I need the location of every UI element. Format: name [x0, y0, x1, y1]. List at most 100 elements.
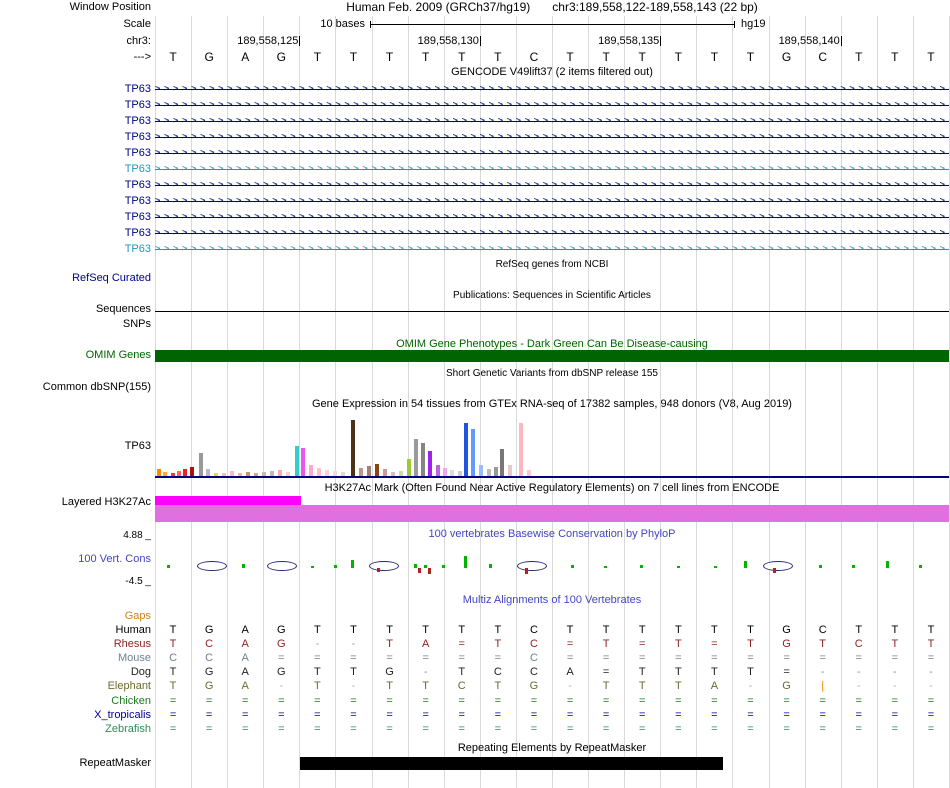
gtex-bar [428, 451, 432, 477]
gencode-transcript[interactable]: >>>>>>>>>>>>>>>>>>>>>>>>>>>>>>>>>>>>>>>>… [155, 82, 949, 97]
align-base: C [205, 652, 214, 664]
refseq-curated-label[interactable]: RefSeq Curated [0, 272, 151, 285]
multiz-header[interactable]: Multiz Alignments of 100 Vertebrates [155, 594, 949, 607]
align-base: = [386, 652, 393, 664]
align-base: = [458, 652, 465, 664]
align-base: T [566, 624, 574, 636]
align-base: - [351, 680, 356, 692]
base-letter: A [241, 50, 250, 64]
gaps-label: Gaps [124, 610, 151, 622]
gencode-transcript[interactable]: >>>>>>>>>>>>>>>>>>>>>>>>>>>>>>>>>>>>>>>>… [155, 242, 949, 257]
gencode-header[interactable]: GENCODE V49lift37 (2 items filtered out) [155, 66, 949, 79]
gencode-gene-label[interactable]: TP63 [0, 163, 151, 176]
gencode-transcript[interactable]: >>>>>>>>>>>>>>>>>>>>>>>>>>>>>>>>>>>>>>>>… [155, 162, 949, 177]
gencode-transcript[interactable]: >>>>>>>>>>>>>>>>>>>>>>>>>>>>>>>>>>>>>>>>… [155, 210, 949, 225]
conservation-ellipse [197, 561, 227, 571]
h3k27ac-peak-segment[interactable] [155, 496, 301, 505]
align-base: = [602, 666, 610, 678]
gencode-gene-label[interactable]: TP63 [0, 115, 151, 128]
intron-direction-arrows: >>>>>>>>>>>>>>>>>>>>>>>>>>>>>>>>>>>>>>>>… [155, 212, 949, 222]
gencode-gene-label[interactable]: TP63 [0, 195, 151, 208]
base-letter: C [818, 50, 827, 64]
align-base: A [241, 666, 249, 678]
align-base: - [820, 666, 825, 678]
species-label-chicken[interactable]: Chicken [0, 695, 151, 708]
gencode-transcript[interactable]: >>>>>>>>>>>>>>>>>>>>>>>>>>>>>>>>>>>>>>>>… [155, 226, 949, 241]
align-base: = [278, 723, 285, 735]
species-label-zebrafish[interactable]: Zebrafish [0, 723, 151, 736]
sequences-track-label[interactable]: Sequences [0, 303, 151, 316]
align-base: - [315, 638, 320, 650]
species-label-human[interactable]: Human [0, 624, 151, 637]
ruler-tick [479, 36, 481, 46]
gencode-gene-label[interactable]: TP63 [0, 131, 151, 144]
align-base: = [855, 695, 862, 707]
species-label-dog[interactable]: Dog [0, 666, 151, 679]
ruler-tick [660, 36, 662, 46]
align-base: = [314, 652, 321, 664]
align-base: = [530, 695, 538, 707]
repeatmasker-label[interactable]: RepeatMasker [0, 757, 151, 770]
intron-direction-arrows: >>>>>>>>>>>>>>>>>>>>>>>>>>>>>>>>>>>>>>>>… [155, 244, 949, 254]
repeatmasker-header[interactable]: Repeating Elements by RepeatMasker [155, 742, 949, 755]
align-base: = [927, 695, 935, 707]
dbsnp-header[interactable]: Short Genetic Variants from dbSNP releas… [155, 367, 949, 380]
align-base: = [638, 695, 646, 707]
species-label-elephant[interactable]: Elephant [0, 680, 151, 693]
conservation-positive [714, 566, 717, 568]
common-dbsnp-label[interactable]: Common dbSNP(155) [0, 381, 151, 394]
h3k27ac-band[interactable] [155, 505, 949, 522]
gencode-transcript[interactable]: >>>>>>>>>>>>>>>>>>>>>>>>>>>>>>>>>>>>>>>>… [155, 114, 949, 129]
species-label-x-tropicalis[interactable]: X_tropicalis [0, 709, 151, 722]
omim-genes-bar[interactable] [155, 350, 949, 362]
align-base: T [494, 638, 502, 650]
gencode-gene-label[interactable]: TP63 [0, 227, 151, 240]
species-label-mouse[interactable]: Mouse [0, 652, 151, 665]
omim-genes-label[interactable]: OMIM Genes [0, 349, 151, 362]
align-base: = [638, 709, 646, 721]
align-base: - [279, 680, 284, 692]
align-base: = [711, 652, 718, 664]
base-letter: C [529, 50, 539, 64]
layered-h3k27ac-label[interactable]: Layered H3K27Ac [0, 496, 151, 509]
align-base: T [819, 638, 827, 650]
gencode-transcript[interactable]: >>>>>>>>>>>>>>>>>>>>>>>>>>>>>>>>>>>>>>>>… [155, 178, 949, 193]
align-base: C [854, 638, 863, 650]
h3k27ac-header[interactable]: H3K27Ac Mark (Often Found Near Active Re… [155, 482, 949, 495]
gencode-transcript[interactable]: >>>>>>>>>>>>>>>>>>>>>>>>>>>>>>>>>>>>>>>>… [155, 194, 949, 209]
align-base: T [927, 638, 935, 650]
gtex-header[interactable]: Gene Expression in 54 tissues from GTEx … [155, 398, 949, 411]
refseq-header[interactable]: RefSeq genes from NCBI [155, 258, 949, 271]
repeatmasker-element-bar[interactable] [300, 757, 723, 770]
align-base: = [314, 695, 321, 707]
gencode-gene-label[interactable]: TP63 [0, 147, 151, 160]
align-base: T [638, 666, 646, 678]
species-label-rhesus[interactable]: Rhesus [0, 638, 151, 651]
align-base: - [856, 680, 861, 692]
conservation-positive [819, 565, 822, 568]
gencode-gene-label[interactable]: TP63 [0, 211, 151, 224]
vert-cons-label[interactable]: 100 Vert. Cons [0, 553, 151, 566]
align-base: T [314, 624, 321, 636]
publications-header[interactable]: Publications: Sequences in Scientific Ar… [155, 289, 949, 302]
intron-direction-arrows: >>>>>>>>>>>>>>>>>>>>>>>>>>>>>>>>>>>>>>>>… [155, 180, 949, 190]
gencode-gene-label[interactable]: TP63 [0, 83, 151, 96]
gencode-transcript[interactable]: >>>>>>>>>>>>>>>>>>>>>>>>>>>>>>>>>>>>>>>>… [155, 146, 949, 161]
gencode-gene-label[interactable]: TP63 [0, 99, 151, 112]
gencode-gene-label[interactable]: TP63 [0, 179, 151, 192]
align-base: A [421, 638, 430, 650]
gencode-transcript[interactable]: >>>>>>>>>>>>>>>>>>>>>>>>>>>>>>>>>>>>>>>>… [155, 98, 949, 113]
gencode-transcript[interactable]: >>>>>>>>>>>>>>>>>>>>>>>>>>>>>>>>>>>>>>>>… [155, 130, 949, 145]
align-base: C [457, 680, 466, 692]
phylop-header[interactable]: 100 vertebrates Basewise Conservation by… [155, 528, 949, 541]
base-letter: G [781, 50, 792, 64]
gtex-gene-label[interactable]: TP63 [0, 440, 151, 453]
align-base: = [566, 695, 574, 707]
align-base: = [747, 723, 754, 735]
conservation-positive [242, 564, 245, 568]
snps-track-label[interactable]: SNPs [0, 318, 151, 331]
align-base: T [169, 638, 177, 650]
align-base: = [350, 652, 357, 664]
gencode-gene-label[interactable]: TP63 [0, 243, 151, 256]
align-base: = [205, 695, 213, 707]
